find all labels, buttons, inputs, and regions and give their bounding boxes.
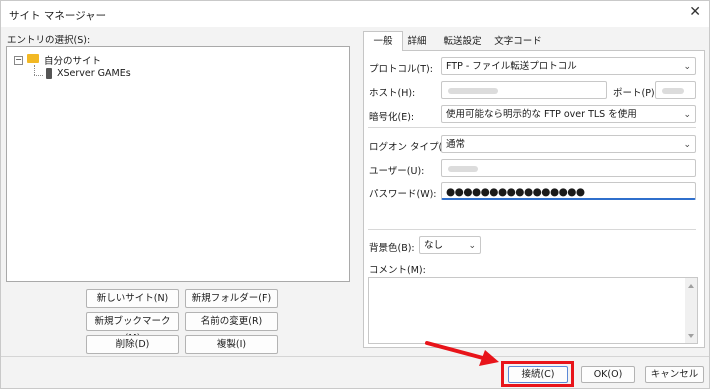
tree-root-label[interactable]: 自分のサイト [44, 53, 101, 67]
bgcolor-value: なし [424, 240, 444, 251]
connect-button[interactable]: 接続(C) [508, 366, 568, 383]
tab-charset[interactable]: 文字コード [493, 34, 543, 50]
ok-button[interactable]: OK(O) [581, 366, 635, 383]
site-manager-window: サイト マネージャー ✕ エントリの選択(S): − 自分のサイト XServe… [0, 0, 710, 389]
chevron-down-icon: ⌄ [683, 110, 691, 120]
password-input[interactable]: ●●●●●●●●●●●●●●●● [441, 182, 696, 200]
user-input[interactable] [441, 159, 696, 177]
scroll-down-icon[interactable] [688, 334, 694, 338]
scrollbar[interactable] [685, 278, 697, 343]
tab-transfer-settings[interactable]: 転送設定 [435, 34, 490, 50]
delete-button[interactable]: 削除(D) [86, 335, 179, 354]
site-tree[interactable]: − 自分のサイト XServer GAMEs [6, 46, 350, 282]
tab-general[interactable]: 一般 [363, 31, 403, 51]
chevron-down-icon: ⌄ [683, 62, 691, 72]
collapse-toggle[interactable]: − [14, 56, 23, 65]
redacted-user [448, 166, 478, 172]
comment-label: コメント(M): [369, 265, 426, 276]
chevron-down-icon: ⌄ [468, 241, 476, 251]
bgcolor-select[interactable]: なし ⌄ [419, 236, 481, 254]
host-label: ホスト(H): [369, 88, 416, 99]
server-icon [46, 68, 52, 79]
entries-label: エントリの選択(S): [7, 35, 91, 46]
tree-child-label[interactable]: XServer GAMEs [57, 68, 131, 79]
encryption-value: 使用可能なら明示的な FTP over TLS を使用 [446, 109, 637, 120]
port-input[interactable] [655, 81, 696, 99]
protocol-select[interactable]: FTP - ファイル転送プロトコル ⌄ [441, 57, 696, 75]
close-icon[interactable]: ✕ [689, 4, 701, 20]
rename-button[interactable]: 名前の変更(R) [185, 312, 278, 331]
divider [368, 229, 696, 230]
divider [368, 127, 696, 128]
arrow-icon [425, 341, 499, 366]
tab-advanced[interactable]: 詳細 [402, 34, 432, 50]
new-site-button[interactable]: 新しいサイト(N) [86, 289, 179, 308]
protocol-label: プロトコル(T): [369, 64, 433, 75]
title-bar: サイト マネージャー ✕ [1, 1, 709, 27]
new-folder-button[interactable]: 新規フォルダー(F) [185, 289, 278, 308]
host-input[interactable] [441, 81, 607, 99]
new-bookmark-button[interactable]: 新規ブックマーク(M) [86, 312, 179, 344]
tree-line [34, 75, 43, 77]
encryption-select[interactable]: 使用可能なら明示的な FTP over TLS を使用 ⌄ [441, 105, 696, 123]
redacted-host [448, 88, 498, 94]
user-label: ユーザー(U): [369, 166, 425, 177]
chevron-down-icon: ⌄ [683, 140, 691, 150]
logon-type-select[interactable]: 通常 ⌄ [441, 135, 696, 153]
folder-icon [27, 54, 39, 63]
cancel-button[interactable]: キャンセル [645, 366, 704, 383]
footer-divider [1, 356, 709, 357]
logon-type-value: 通常 [446, 139, 466, 150]
window-title: サイト マネージャー [9, 10, 107, 22]
encryption-label: 暗号化(E): [369, 112, 415, 123]
duplicate-button[interactable]: 複製(I) [185, 335, 278, 354]
password-label: パスワード(W): [369, 189, 437, 200]
bgcolor-label: 背景色(B): [369, 243, 415, 254]
scroll-up-icon[interactable] [688, 284, 694, 288]
redacted-port [662, 88, 684, 94]
protocol-value: FTP - ファイル転送プロトコル [446, 61, 577, 72]
password-value: ●●●●●●●●●●●●●●●● [446, 186, 585, 198]
comment-textarea[interactable] [368, 277, 698, 344]
port-label: ポート(P): [613, 88, 658, 99]
tree-line [34, 65, 36, 75]
